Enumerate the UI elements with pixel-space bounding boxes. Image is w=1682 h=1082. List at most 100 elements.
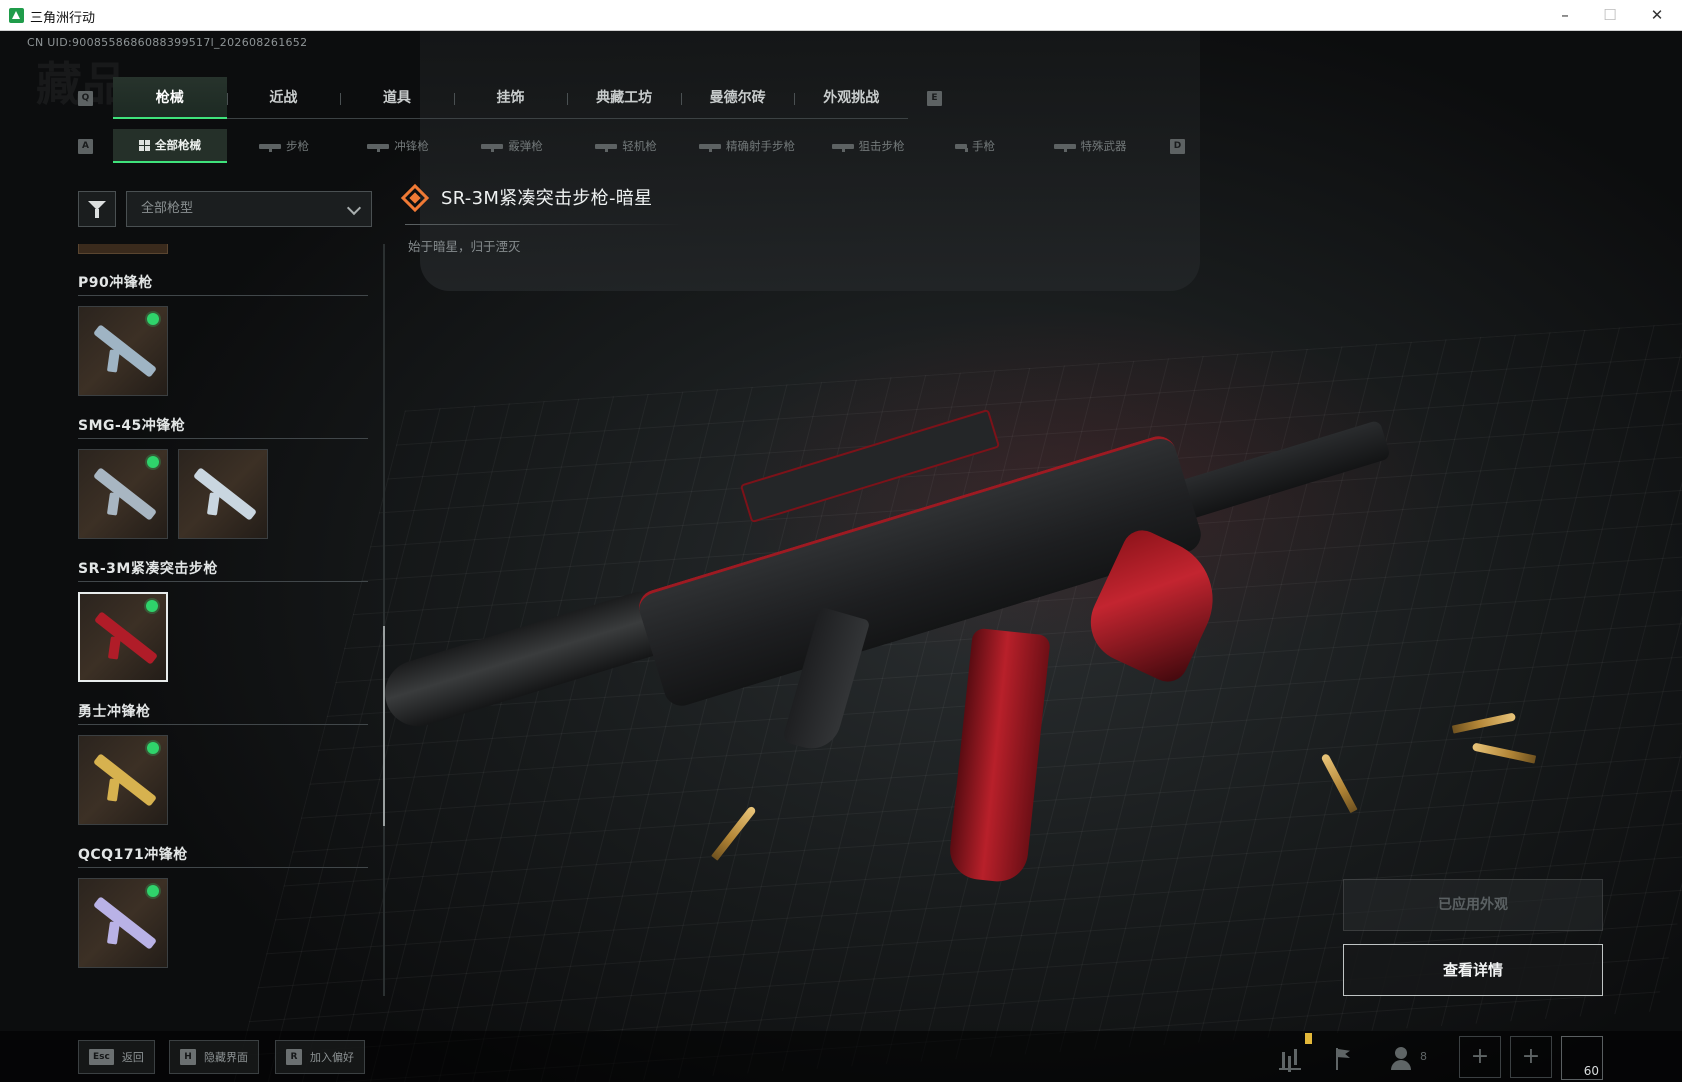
equipped-indicator bbox=[147, 313, 159, 325]
flag-icon[interactable] bbox=[1324, 1040, 1360, 1076]
weapon-stock bbox=[1168, 419, 1392, 523]
rifle-icon bbox=[259, 143, 281, 152]
skin-thumbnail[interactable] bbox=[78, 735, 168, 825]
prev-subtab-key-hint: A bbox=[78, 139, 93, 154]
next-subtab-key-hint: D bbox=[1170, 139, 1185, 154]
subtab-label: 霰弹枪 bbox=[508, 139, 543, 153]
applied-appearance-button: 已应用外观 bbox=[1343, 879, 1603, 931]
weapon-skin-icon bbox=[92, 753, 158, 807]
weapon-skin-icon bbox=[192, 467, 258, 521]
subtab-label: 全部枪械 bbox=[155, 138, 201, 152]
esc-key-icon: Esc bbox=[89, 1049, 114, 1065]
view-details-button[interactable]: 查看详情 bbox=[1343, 944, 1603, 996]
subtab-shotgun[interactable]: 霰弹枪 bbox=[455, 129, 569, 163]
weapon-skin-icon bbox=[92, 324, 158, 378]
tab-firearms[interactable]: 枪械 bbox=[113, 77, 227, 119]
add-slot-button[interactable]: + bbox=[1510, 1036, 1552, 1078]
subtab-rifle[interactable]: 步枪 bbox=[227, 129, 341, 163]
subtab-pistol[interactable]: 手枪 bbox=[925, 129, 1025, 163]
equipped-indicator bbox=[147, 456, 159, 468]
hint-label: 隐藏界面 bbox=[204, 1051, 248, 1064]
weapon-skin-icon bbox=[92, 467, 158, 521]
tab-mandel-brick[interactable]: 曼德尔砖 bbox=[680, 77, 795, 119]
subtab-smg[interactable]: 冲锋枪 bbox=[341, 129, 455, 163]
r-key-icon: R bbox=[286, 1049, 302, 1065]
fps-counter: 60 bbox=[1561, 1036, 1603, 1080]
equipped-indicator bbox=[147, 885, 159, 897]
h-key-icon: H bbox=[180, 1049, 196, 1065]
main-category-tabs: 枪械 近战 道具 挂饰 典藏工坊 曼德尔砖 外观挑战 bbox=[113, 77, 908, 119]
weapon-group-title: P90冲锋枪 bbox=[78, 270, 368, 296]
skin-thumbnail[interactable] bbox=[78, 878, 168, 968]
marksman-rifle-icon bbox=[699, 143, 721, 152]
skin-thumbnail[interactable] bbox=[178, 449, 268, 539]
subtab-label: 冲锋枪 bbox=[394, 139, 429, 153]
list-scrollbar-track[interactable] bbox=[383, 244, 385, 996]
subtab-label: 步枪 bbox=[286, 139, 309, 153]
subtab-label: 精确射手步枪 bbox=[726, 139, 795, 153]
special-weapon-icon bbox=[1053, 143, 1076, 152]
list-scrollbar-thumb[interactable] bbox=[383, 626, 385, 826]
weapon-magazine bbox=[947, 627, 1051, 885]
lmg-icon bbox=[595, 143, 618, 152]
weapon-group-title: SMG-45冲锋枪 bbox=[78, 413, 368, 439]
filter-button[interactable] bbox=[78, 191, 116, 227]
weapon-group: P90冲锋枪 bbox=[78, 270, 368, 396]
friends-icon[interactable] bbox=[1384, 1040, 1420, 1076]
tab-appearance-challenge[interactable]: 外观挑战 bbox=[794, 77, 908, 119]
add-slot-button[interactable]: + bbox=[1459, 1036, 1501, 1078]
tab-melee[interactable]: 近战 bbox=[226, 77, 341, 119]
weapon-skin-icon bbox=[93, 611, 159, 665]
tab-charms[interactable]: 挂饰 bbox=[453, 77, 568, 119]
subtab-label: 轻机枪 bbox=[622, 139, 657, 153]
pistol-icon bbox=[955, 143, 968, 152]
header-divider bbox=[405, 224, 683, 225]
hint-label: 返回 bbox=[121, 1051, 144, 1064]
weapon-group: QCQ171冲锋枪 bbox=[78, 842, 368, 968]
chevron-down-icon bbox=[346, 200, 362, 216]
weapon-type-tabs: 全部枪械 步枪 冲锋枪 霰弹枪 轻机枪 精确射手步枪 狙击步枪 手枪 特殊武器 bbox=[113, 129, 1183, 163]
stats-icon[interactable] bbox=[1272, 1040, 1308, 1076]
weapon-group: SR-3M紧凑突击步枪 bbox=[78, 556, 368, 682]
friends-count: 8 bbox=[1420, 1050, 1427, 1063]
app-logo-icon bbox=[9, 8, 24, 23]
partial-skin-thumbnail[interactable] bbox=[78, 244, 168, 254]
subtab-marksman-rifle[interactable]: 精确射手步枪 bbox=[683, 129, 811, 163]
skin-thumbnail[interactable] bbox=[78, 306, 168, 396]
subtab-special-weapon[interactable]: 特殊武器 bbox=[1025, 129, 1155, 163]
minimize-button[interactable]: – bbox=[1548, 4, 1582, 26]
selected-item-description: 始于暗星，归于湮灭 bbox=[408, 239, 521, 254]
subtab-all-firearms[interactable]: 全部枪械 bbox=[113, 129, 227, 163]
smg-icon bbox=[367, 143, 390, 152]
prev-tab-key-hint: Q bbox=[78, 91, 93, 106]
subtab-label: 手枪 bbox=[972, 139, 995, 153]
tab-workshop[interactable]: 典藏工坊 bbox=[567, 77, 681, 119]
subtab-label: 特殊武器 bbox=[1080, 139, 1127, 153]
weapon-3d-preview[interactable] bbox=[376, 391, 1392, 951]
fps-value: 60 bbox=[1583, 1064, 1599, 1078]
weapon-skin-list[interactable]: P90冲锋枪 SMG-45冲锋枪 SR-3M紧凑突击步枪 勇士冲锋枪 QCQ17… bbox=[78, 244, 368, 996]
notification-badge bbox=[1305, 1033, 1312, 1044]
window-title: 三角洲行动 bbox=[30, 11, 96, 26]
hint-label: 加入偏好 bbox=[310, 1051, 354, 1064]
shotgun-icon bbox=[481, 143, 504, 152]
skin-thumbnail[interactable] bbox=[78, 449, 168, 539]
window-titlebar: 三角洲行动 – ☐ ✕ bbox=[0, 0, 1682, 31]
skin-thumbnail-selected[interactable] bbox=[78, 592, 168, 682]
subtab-lmg[interactable]: 轻机枪 bbox=[569, 129, 683, 163]
weapon-group-title: SR-3M紧凑突击步枪 bbox=[78, 556, 368, 582]
close-window-button[interactable]: ✕ bbox=[1640, 4, 1674, 26]
back-hint-button[interactable]: Esc 返回 bbox=[78, 1040, 155, 1074]
tab-props[interactable]: 道具 bbox=[340, 77, 454, 119]
sniper-rifle-icon bbox=[831, 143, 854, 152]
add-favorite-hint-button[interactable]: R 加入偏好 bbox=[275, 1040, 365, 1074]
weapon-model-select[interactable]: 全部枪型 bbox=[126, 191, 372, 227]
subtab-sniper-rifle[interactable]: 狙击步枪 bbox=[811, 129, 925, 163]
grid-icon bbox=[139, 139, 150, 151]
equipped-indicator bbox=[147, 742, 159, 754]
equipped-indicator bbox=[146, 600, 158, 612]
weapon-group-title: 勇士冲锋枪 bbox=[78, 699, 368, 725]
select-value: 全部枪型 bbox=[141, 201, 194, 216]
hide-ui-hint-button[interactable]: H 隐藏界面 bbox=[169, 1040, 259, 1074]
maximize-button[interactable]: ☐ bbox=[1593, 4, 1627, 26]
